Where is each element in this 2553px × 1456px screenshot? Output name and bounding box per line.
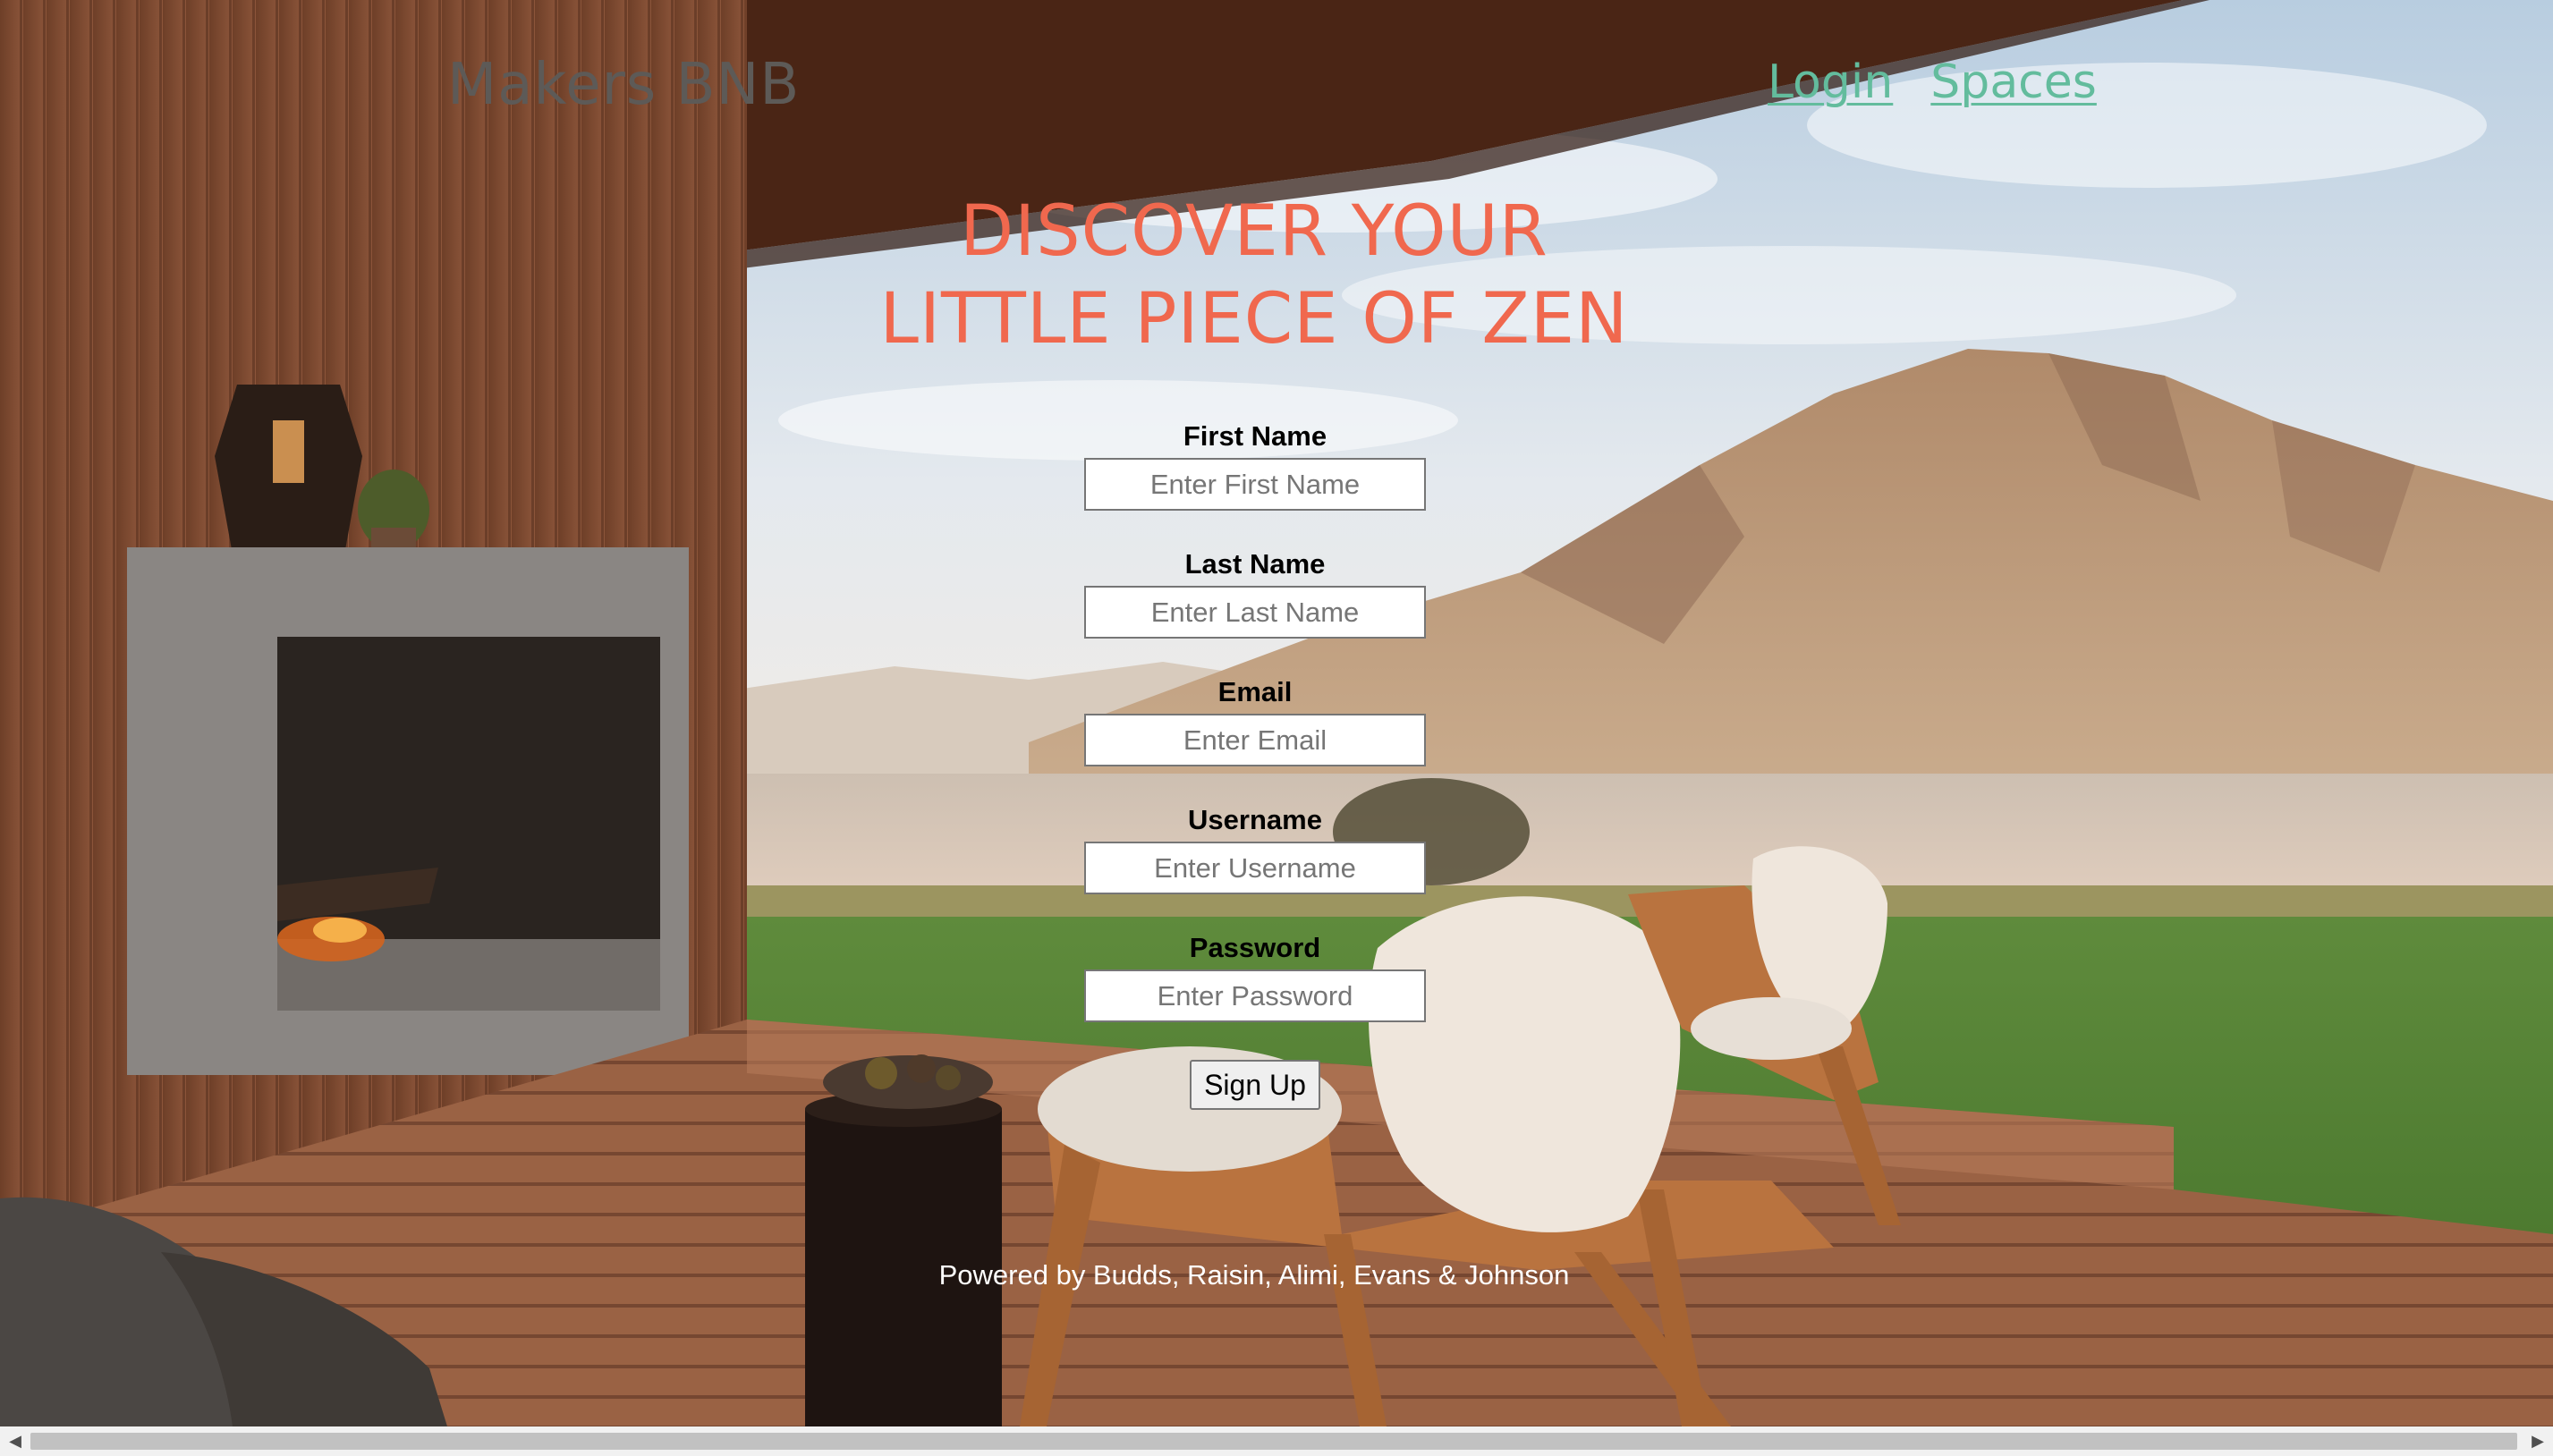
footer-credit: Powered by Budds, Raisin, Alimi, Evans &… <box>938 1259 1570 1291</box>
hero-heading: DISCOVER YOUR LITTLE PIECE OF ZEN <box>0 188 2508 363</box>
email-input[interactable] <box>1084 714 1426 766</box>
last-name-input[interactable] <box>1084 586 1426 639</box>
email-label: Email <box>1217 676 1293 707</box>
horizontal-scrollbar[interactable]: ◀ ▶ <box>0 1426 2553 1456</box>
hero-line-1: DISCOVER YOUR <box>960 191 1548 272</box>
login-link[interactable]: Login <box>1768 55 1893 109</box>
username-input[interactable] <box>1084 842 1426 894</box>
sign-up-button[interactable]: Sign Up <box>1190 1060 1320 1110</box>
scrollbar-track[interactable] <box>30 1426 2523 1456</box>
password-field: Password <box>1084 932 1426 1022</box>
username-field: Username <box>1084 804 1426 894</box>
hero-line-2: LITTLE PIECE OF ZEN <box>879 279 1629 360</box>
page: Makers BNB Login Spaces DISCOVER YOUR LI… <box>0 0 2553 1456</box>
chevron-right-icon[interactable]: ▶ <box>2523 1426 2553 1456</box>
email-field: Email <box>1084 676 1426 766</box>
password-input[interactable] <box>1084 969 1426 1022</box>
scrollbar-thumb[interactable] <box>30 1433 2517 1450</box>
top-nav: Login Spaces <box>1768 55 2097 109</box>
last-name-label: Last Name <box>1184 548 1326 580</box>
password-label: Password <box>1189 932 1321 963</box>
submit-row: Sign Up <box>1084 1060 1426 1110</box>
first-name-label: First Name <box>1183 420 1327 452</box>
brand-title: Makers BNB <box>447 52 801 118</box>
first-name-input[interactable] <box>1084 458 1426 511</box>
last-name-field: Last Name <box>1084 548 1426 639</box>
username-label: Username <box>1188 804 1322 835</box>
signup-form: First Name Last Name Email Username Pass… <box>1084 420 1426 1110</box>
chevron-left-icon[interactable]: ◀ <box>0 1426 30 1456</box>
first-name-field: First Name <box>1084 420 1426 511</box>
spaces-link[interactable]: Spaces <box>1930 55 2097 109</box>
